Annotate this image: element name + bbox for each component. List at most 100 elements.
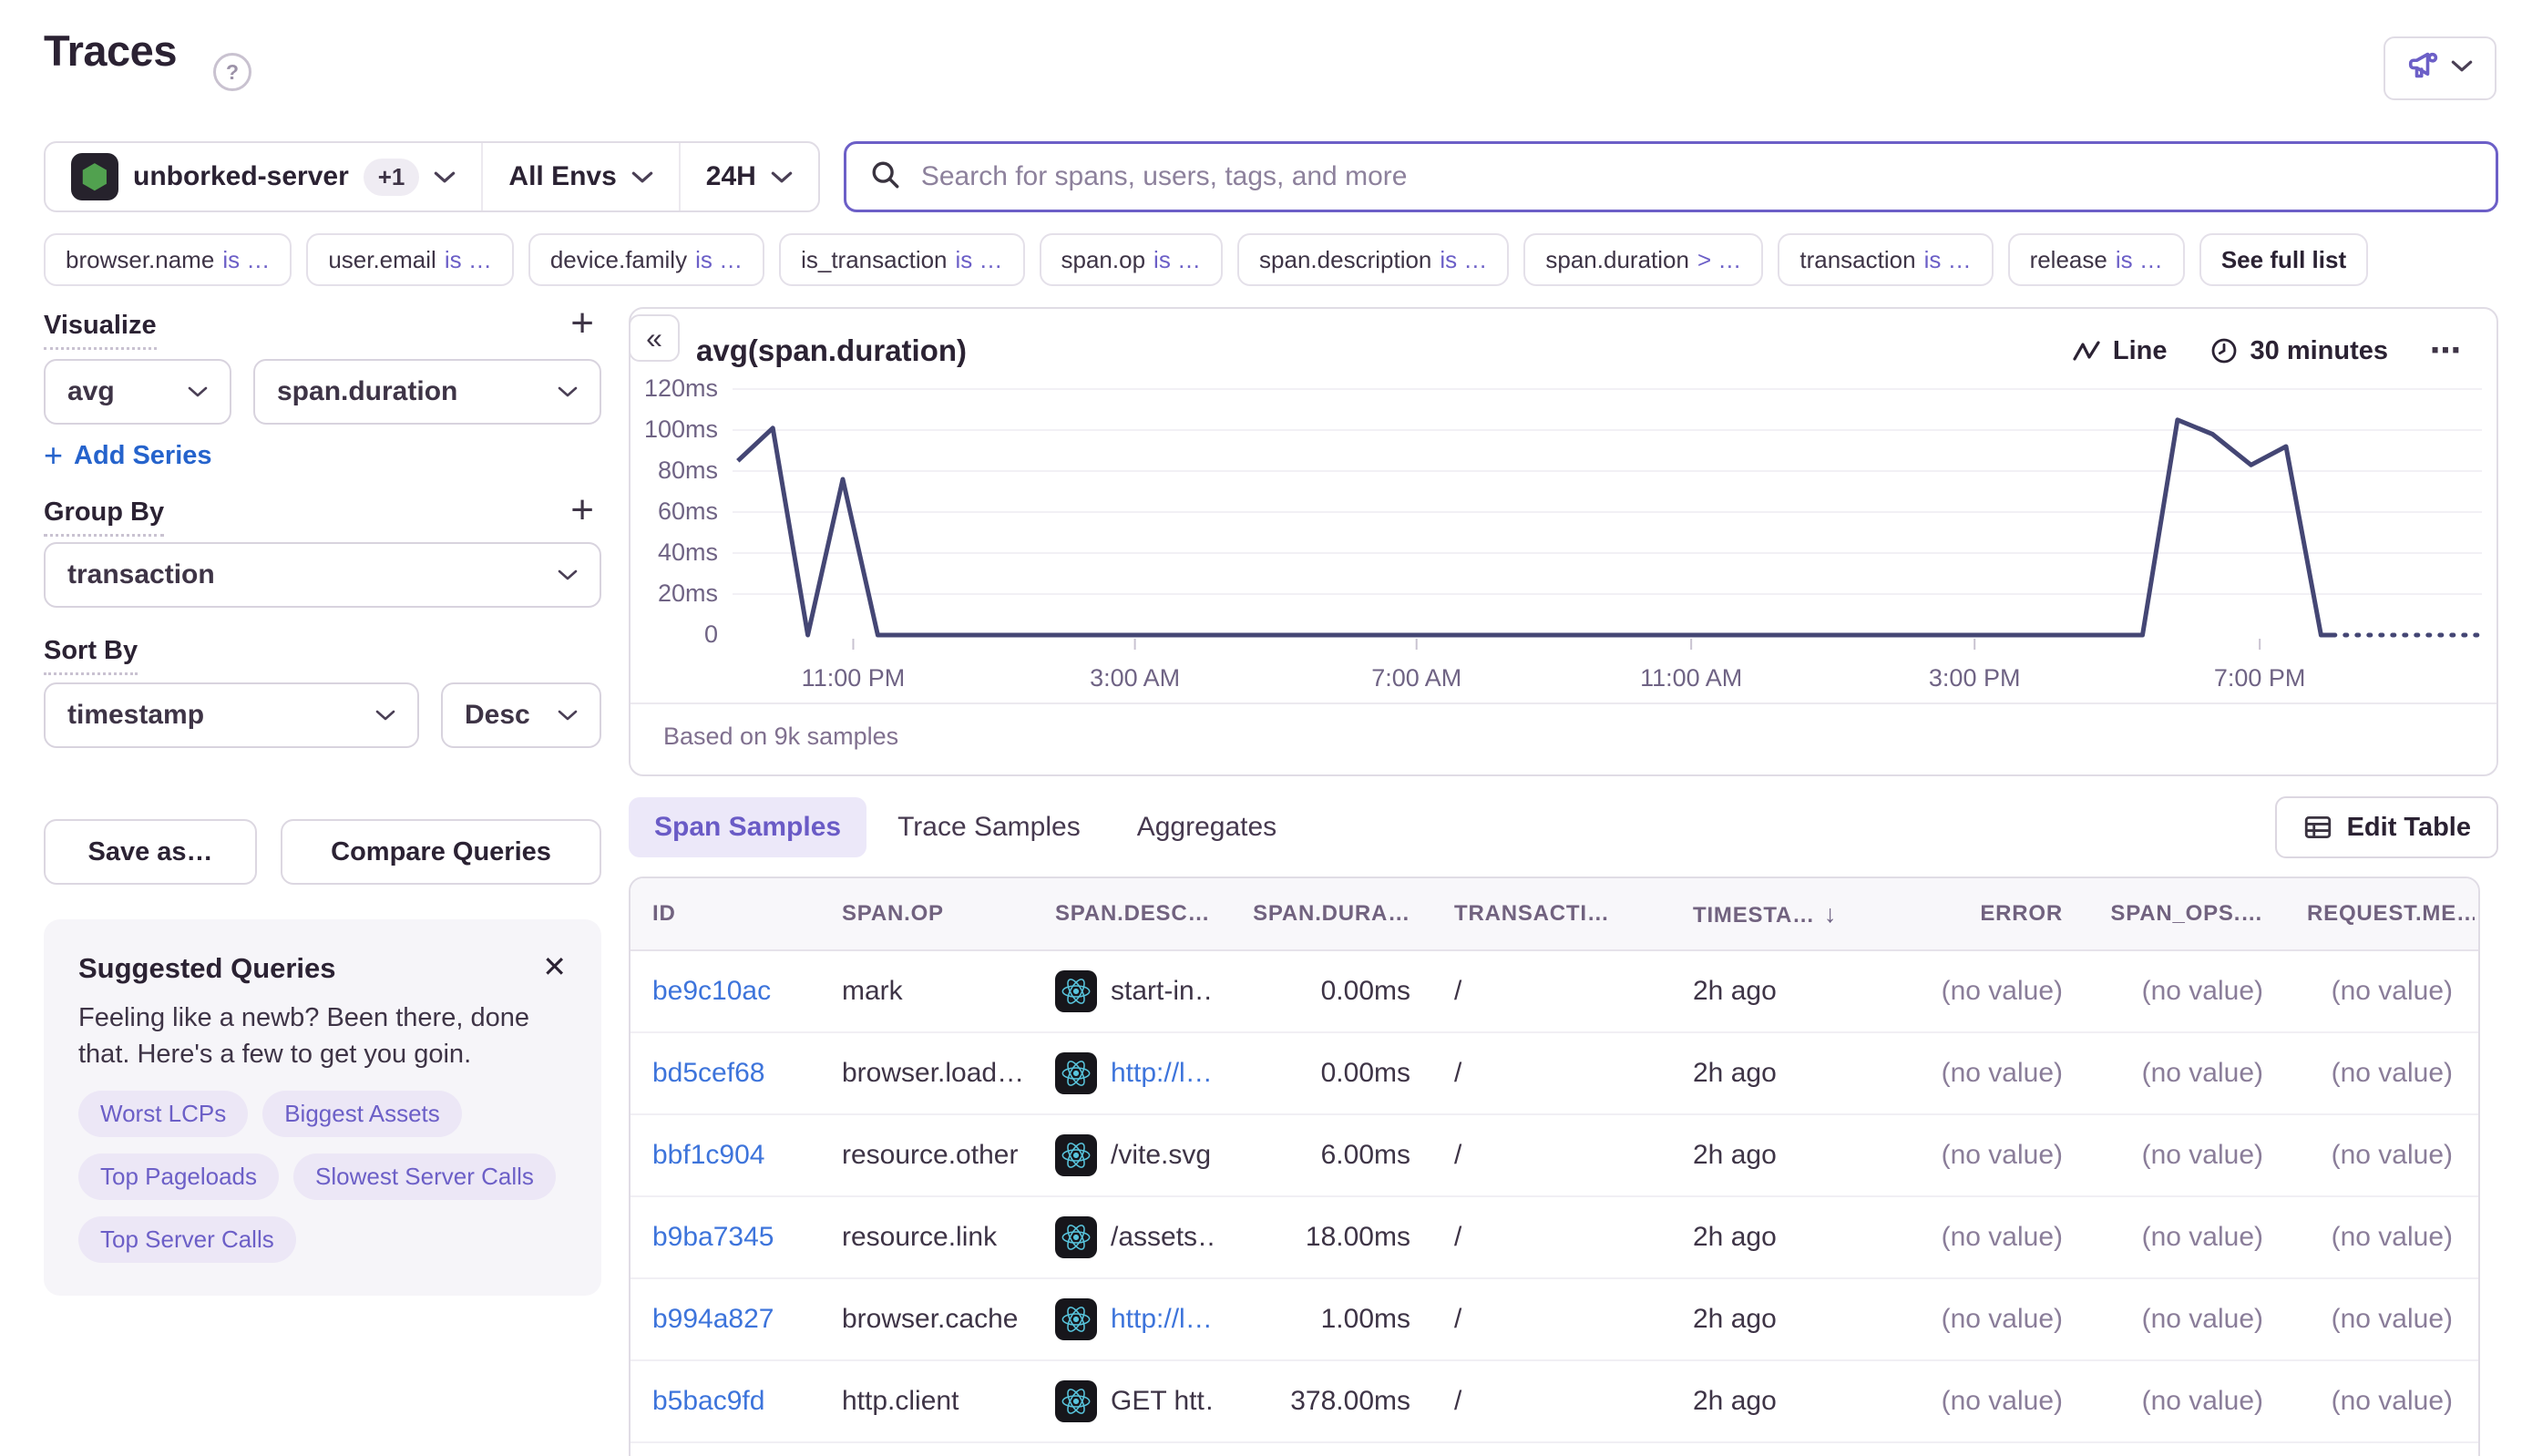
sort-field-select[interactable]: timestamp	[44, 682, 419, 748]
filter-chip[interactable]: span.duration> …	[1523, 233, 1763, 286]
filter-chip-operator: > …	[1697, 246, 1741, 274]
query-sidebar: Visualize + avg span.duration + Add Seri…	[44, 307, 601, 1296]
filter-chip[interactable]: user.emailis …	[306, 233, 514, 286]
error-value: (no value)	[1942, 1140, 2063, 1170]
span-description-value[interactable]: http://l…	[1111, 1058, 1213, 1089]
react-icon	[1055, 970, 1097, 1012]
column-header-request_method[interactable]: REQUEST.ME…	[2285, 901, 2475, 927]
suggested-query-pill[interactable]: Top Server Calls	[78, 1216, 296, 1263]
chart-sample-note: Based on 9k samples	[630, 702, 2496, 769]
sort-direction-select[interactable]: Desc	[441, 682, 601, 748]
chart-interval-control[interactable]: 30 minutes	[2209, 336, 2389, 366]
suggested-query-pill[interactable]: Worst LCPs	[78, 1091, 248, 1137]
span-id-link[interactable]: bbf1c904	[652, 1140, 764, 1170]
span-id-link[interactable]: b9ba7345	[652, 1222, 774, 1252]
field-select[interactable]: span.duration	[253, 359, 601, 425]
filter-chip[interactable]: releaseis …	[2008, 233, 2185, 286]
span-id-link[interactable]: bd5cef68	[652, 1058, 764, 1088]
suggested-query-pill[interactable]: Top Pageloads	[78, 1154, 279, 1200]
filter-chip[interactable]: device.familyis …	[528, 233, 764, 286]
save-as-button[interactable]: Save as…	[44, 819, 257, 885]
close-icon[interactable]: ✕	[542, 952, 567, 981]
timestamp-value[interactable]: 2h ago	[1693, 1386, 1777, 1417]
group-by-select[interactable]: transaction	[44, 542, 601, 608]
cell-span_op: http.client	[820, 1386, 1033, 1417]
environment-label: All Envs	[508, 161, 616, 192]
filter-chip-row: browser.nameis … user.emailis … device.fam…	[44, 233, 2368, 286]
add-visualize-icon[interactable]: +	[570, 303, 594, 343]
edit-table-button[interactable]: Edit Table	[2275, 796, 2498, 858]
column-header-error[interactable]: ERROR	[1879, 901, 2085, 927]
filter-chip[interactable]: span.descriptionis …	[1237, 233, 1509, 286]
timestamp-value[interactable]: 2h ago	[1693, 1222, 1777, 1253]
table-row[interactable]: b994a827browser.cachehttp://l…1.00ms/2h …	[630, 1279, 2478, 1361]
cell-span_description: GET htt…	[1033, 1380, 1214, 1422]
cell-error: (no value)	[1879, 1386, 2085, 1417]
span-description-value[interactable]: http://l…	[1111, 1304, 1213, 1335]
cell-span_duration: 6.00ms	[1214, 1140, 1432, 1171]
filter-chip-key: transaction	[1799, 246, 1915, 274]
timestamp-value[interactable]: 2h ago	[1693, 976, 1777, 1007]
collapse-sidebar-button[interactable]: «	[629, 314, 680, 362]
column-header-label: TRANSACTI…	[1454, 901, 1610, 926]
filter-chip[interactable]: transactionis …	[1778, 233, 1993, 286]
column-header-span_op[interactable]: SPAN.OP	[820, 901, 1033, 927]
see-full-list-button[interactable]: See full list	[2199, 233, 2368, 286]
add-group-by-icon[interactable]: +	[570, 490, 594, 530]
chart-interval-label: 30 minutes	[2250, 336, 2389, 366]
column-header-span_duration[interactable]: SPAN.DURA…	[1214, 901, 1432, 927]
table-row[interactable]: be9c10acmarkstart-in…0.00ms/2h ago(no va…	[630, 951, 2478, 1033]
span-id-link[interactable]: b994a827	[652, 1304, 774, 1334]
tab-aggregates[interactable]: Aggregates	[1112, 797, 1302, 857]
react-icon	[1055, 1216, 1097, 1258]
filter-chip[interactable]: span.opis …	[1040, 233, 1224, 286]
search-icon	[870, 159, 901, 195]
chart-x-axis-labels: 11:00 PM3:00 AM7:00 AM11:00 AM3:00 PM7:0…	[630, 653, 2496, 699]
add-series-button[interactable]: + Add Series	[44, 436, 601, 475]
project-selector[interactable]: ⬢ unborked-server +1	[46, 143, 481, 210]
whats-new-button[interactable]	[2384, 36, 2496, 100]
column-header-span_ops[interactable]: SPAN_OPS.…	[2085, 901, 2285, 927]
timestamp-value[interactable]: 2h ago	[1693, 1304, 1777, 1335]
column-header-timestamp[interactable]: TIMESTA…↓	[1671, 900, 1879, 928]
cell-id: b5bac9fd	[630, 1386, 820, 1417]
table-row[interactable]: b5bac9fdhttp.clientGET htt…378.00ms/2h a…	[630, 1361, 2478, 1443]
chart-type-control[interactable]: Line	[2072, 336, 2168, 366]
filter-chip[interactable]: is_transactionis …	[779, 233, 1024, 286]
table-row[interactable]: b41bfb26resource.ifra…https://…276.00ms/…	[630, 1443, 2478, 1456]
suggested-query-pill[interactable]: Slowest Server Calls	[293, 1154, 556, 1200]
table-row[interactable]: b9ba7345resource.link/assets…18.00ms/2h …	[630, 1197, 2478, 1279]
column-header-label: ID	[652, 901, 676, 926]
column-header-id[interactable]: ID	[630, 901, 820, 927]
timestamp-value[interactable]: 2h ago	[1693, 1058, 1777, 1089]
table-row[interactable]: bbf1c904resource.other/vite.svg6.00ms/2h…	[630, 1115, 2478, 1197]
tab-span-samples[interactable]: Span Samples	[629, 797, 866, 857]
table-icon	[2302, 812, 2333, 843]
column-header-transaction[interactable]: TRANSACTI…	[1432, 901, 1671, 927]
suggested-query-pill[interactable]: Biggest Assets	[262, 1091, 462, 1137]
span-id-link[interactable]: be9c10ac	[652, 976, 771, 1006]
cell-span_ops: (no value)	[2085, 976, 2285, 1007]
date-range-selector[interactable]: 24H	[679, 143, 818, 210]
aggregate-select[interactable]: avg	[44, 359, 231, 425]
span-id-link[interactable]: b5bac9fd	[652, 1386, 764, 1416]
search-input[interactable]	[919, 160, 2472, 193]
chart-x-tick-label: 7:00 AM	[1371, 664, 1461, 692]
table-row[interactable]: bd5cef68browser.load…http://l…0.00ms/2h …	[630, 1033, 2478, 1115]
field-value: span.duration	[277, 376, 457, 407]
page-title: Traces	[44, 26, 177, 76]
span-duration-value: 18.00ms	[1306, 1222, 1410, 1252]
cell-timestamp: 2h ago	[1671, 1140, 1879, 1171]
column-header-span_description[interactable]: SPAN.DESC…	[1033, 901, 1214, 927]
project-name: unborked-server	[133, 161, 349, 192]
cell-span_duration: 378.00ms	[1214, 1386, 1432, 1417]
timestamp-value[interactable]: 2h ago	[1693, 1140, 1777, 1171]
filter-chip[interactable]: browser.nameis …	[44, 233, 292, 286]
chart-overflow-menu-icon[interactable]: ⋯	[2430, 333, 2464, 369]
tab-trace-samples[interactable]: Trace Samples	[872, 797, 1106, 857]
filter-chip-operator: is …	[1440, 246, 1487, 274]
environment-selector[interactable]: All Envs	[481, 143, 678, 210]
compare-queries-button[interactable]: Compare Queries	[281, 819, 601, 885]
help-icon[interactable]: ?	[213, 53, 251, 91]
column-header-label: TIMESTA…	[1693, 903, 1815, 928]
